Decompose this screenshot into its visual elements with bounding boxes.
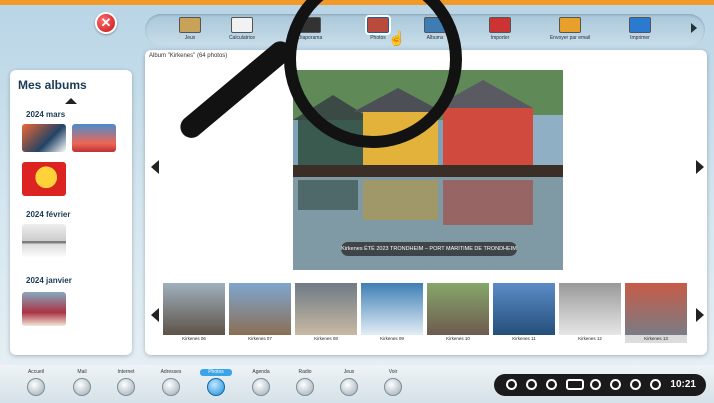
help-icon[interactable] [590, 379, 601, 390]
thumbnail-image [625, 283, 687, 335]
toolbar-item-label: Jeux [184, 35, 196, 41]
contacts-icon [162, 378, 180, 396]
thumbnail-label: Kirkenes 07 [248, 336, 272, 341]
photo-caption: Kirkenes ÉTÉ 2023 TRONDHEIM – PORT MARIT… [341, 242, 517, 256]
dock-item-label: Mail [77, 369, 87, 375]
scroll-up-arrow-icon[interactable] [65, 98, 77, 104]
previous-photo-arrow-icon[interactable] [151, 160, 159, 174]
album-cover[interactable] [22, 162, 66, 196]
toolbar-item-import[interactable]: Importer [475, 17, 525, 45]
sidebar-month-label: 2024 janvier [26, 276, 72, 285]
thumbnail[interactable]: Kirkenes 09 [361, 283, 423, 343]
thumbnails-next-arrow-icon[interactable] [696, 308, 704, 322]
thumbnails-previous-arrow-icon[interactable] [151, 308, 159, 322]
dock-item-photos[interactable]: Photos [200, 369, 232, 396]
thumbnail-selected[interactable]: Kirkenes 13 [625, 283, 687, 343]
settings-icon[interactable] [506, 379, 517, 390]
dock-item-home[interactable]: Accueil [20, 369, 52, 396]
thumbnail-label: Kirkenes 10 [446, 336, 470, 341]
close-button[interactable]: ✕ [95, 12, 117, 34]
thumbnail-image [493, 283, 555, 335]
volume-icon[interactable] [546, 379, 557, 390]
view-icon [384, 378, 402, 396]
email-icon [559, 17, 581, 33]
toolbar-item-label: Imprimer [630, 35, 650, 41]
toolbar-item-games[interactable]: Jeux [165, 17, 215, 45]
toolbar-item-label: Envoyer par email [549, 35, 591, 41]
photos-icon [207, 378, 225, 396]
album-caption: Album "Kirkenes" (64 photos) [149, 53, 228, 59]
close-icon: ✕ [100, 15, 112, 30]
toolbar-next-arrow-icon[interactable] [691, 23, 697, 33]
dock-item-label: Accueil [27, 369, 45, 375]
home-icon [27, 378, 45, 396]
dock-item-mail[interactable]: Mail [66, 369, 98, 396]
import-icon [489, 17, 511, 33]
trash-icon[interactable] [630, 379, 641, 390]
dock-item-label: Radio [298, 369, 312, 375]
thumbnail-label: Kirkenes 06 [182, 336, 206, 341]
wifi-icon[interactable] [526, 379, 537, 390]
dock-item-label: Jeux [343, 369, 355, 375]
thumbnail[interactable]: Kirkenes 06 [163, 283, 225, 343]
thumbnail-label: Kirkenes 08 [314, 336, 338, 341]
toolbar-item-calculator[interactable]: Calculatrice [217, 17, 267, 45]
game-icon [179, 17, 201, 33]
toolbar-item-email[interactable]: Envoyer par email [545, 17, 595, 45]
album-cover[interactable] [22, 292, 66, 326]
thumbnail-label: Kirkenes 11 [512, 336, 536, 341]
dock-item-label: Agenda [252, 369, 270, 375]
toolbar-item-label: Importer [490, 35, 510, 41]
sidebar-title: Mes albums [18, 78, 87, 92]
dock-item-label: Internet [117, 369, 135, 375]
dock-item-agenda[interactable]: Agenda [245, 369, 277, 396]
thumbnail-image [163, 283, 225, 335]
cursor-icon: ☝ [388, 30, 406, 46]
power-icon[interactable] [650, 379, 661, 390]
calendar-icon [252, 378, 270, 396]
toolbar-item-print[interactable]: Imprimer [615, 17, 665, 45]
printer-icon [629, 17, 651, 33]
internet-icon [117, 378, 135, 396]
album-cover[interactable] [22, 224, 66, 258]
mail-icon [73, 378, 91, 396]
album-cover[interactable] [72, 124, 116, 152]
toolbar-item-label: Calculatrice [228, 35, 256, 41]
albums-sidebar: Mes albums 2024 mars 2024 février 2024 j… [10, 70, 132, 355]
thumbnail[interactable]: Kirkenes 07 [229, 283, 291, 343]
system-tray: 10:21 [494, 374, 706, 396]
thumbnail-label: Kirkenes 12 [578, 336, 602, 341]
thumbnail[interactable]: Kirkenes 10 [427, 283, 489, 343]
thumbnail-image [559, 283, 621, 335]
thumbnail[interactable]: Kirkenes 12 [559, 283, 621, 343]
radio-icon [296, 378, 314, 396]
dock-item-radio[interactable]: Radio [289, 369, 321, 396]
dock-item-view[interactable]: Voir [377, 369, 409, 396]
thumbnail-image [229, 283, 291, 335]
dock-item-games[interactable]: Jeux [333, 369, 365, 396]
dock-item-contacts[interactable]: Adresses [155, 369, 187, 396]
thumbnail[interactable]: Kirkenes 11 [493, 283, 555, 343]
thumbnail-image [427, 283, 489, 335]
next-photo-arrow-icon[interactable] [696, 160, 704, 174]
dock-item-internet[interactable]: Internet [110, 369, 142, 396]
battery-icon [566, 379, 584, 390]
clock-time: 10:21 [670, 379, 696, 390]
dock-item-label: Adresses [160, 369, 182, 375]
thumbnail-image [295, 283, 357, 335]
sidebar-month-label: 2024 février [26, 210, 71, 219]
album-cover[interactable] [22, 124, 66, 152]
dock-item-label: Photos [200, 369, 232, 376]
calculator-icon [231, 17, 253, 33]
dock-item-label: Voir [388, 369, 398, 375]
thumbnail-label: Kirkenes 09 [380, 336, 404, 341]
brightness-icon[interactable] [610, 379, 621, 390]
thumbnail-label: Kirkenes 13 [644, 336, 668, 341]
game-icon [340, 378, 358, 396]
sidebar-month-label: 2024 mars [26, 110, 66, 119]
thumbnail[interactable]: Kirkenes 08 [295, 283, 357, 343]
thumbnail-image [361, 283, 423, 335]
